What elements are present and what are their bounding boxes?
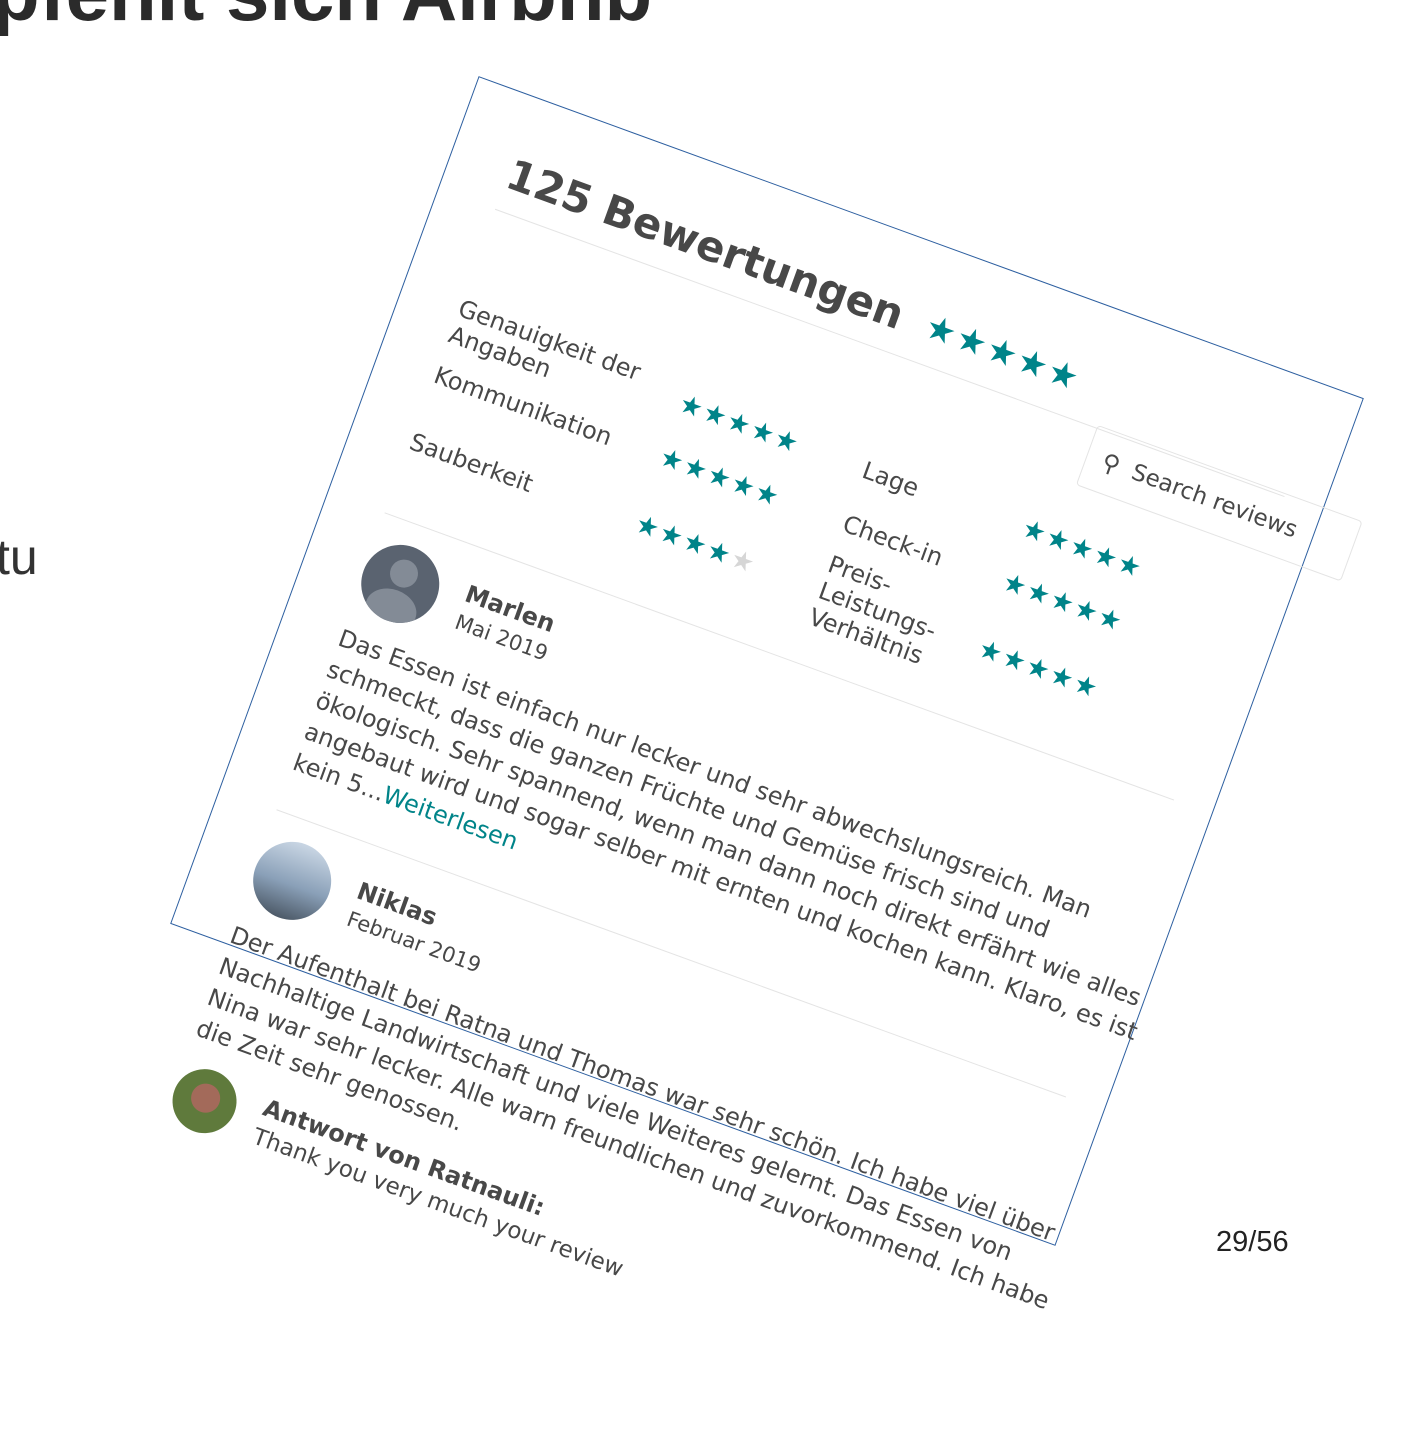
search-icon: ⚲ — [1097, 447, 1125, 480]
avatar[interactable] — [242, 830, 343, 931]
search-reviews-input[interactable] — [1125, 457, 1346, 561]
host-avatar[interactable] — [163, 1060, 246, 1143]
reviews-count-heading: 125 Bewertungen — [500, 149, 911, 339]
slide-title: pfehlt sich Airbnb — [0, 0, 652, 39]
avatar[interactable] — [350, 533, 451, 634]
reviews-panel: 125 Bewertungen ★★★★★ ⚲ Genauigkeit der … — [163, 149, 1363, 1408]
review-meta: Niklas Februar 2019 — [344, 877, 495, 978]
slide-text-fragment: tu — [0, 529, 38, 585]
page-number: 29/56 — [1216, 1226, 1289, 1258]
category-stars-cleanliness: ★★★★★ — [631, 509, 825, 604]
reviews-screenshot: 125 Bewertungen ★★★★★ ⚲ Genauigkeit der … — [163, 76, 1364, 1315]
full-stars: ★★★★ — [631, 508, 737, 572]
overall-rating-stars: ★★★★★ — [919, 306, 1087, 400]
review-meta: Marlen Mai 2019 — [452, 580, 562, 666]
